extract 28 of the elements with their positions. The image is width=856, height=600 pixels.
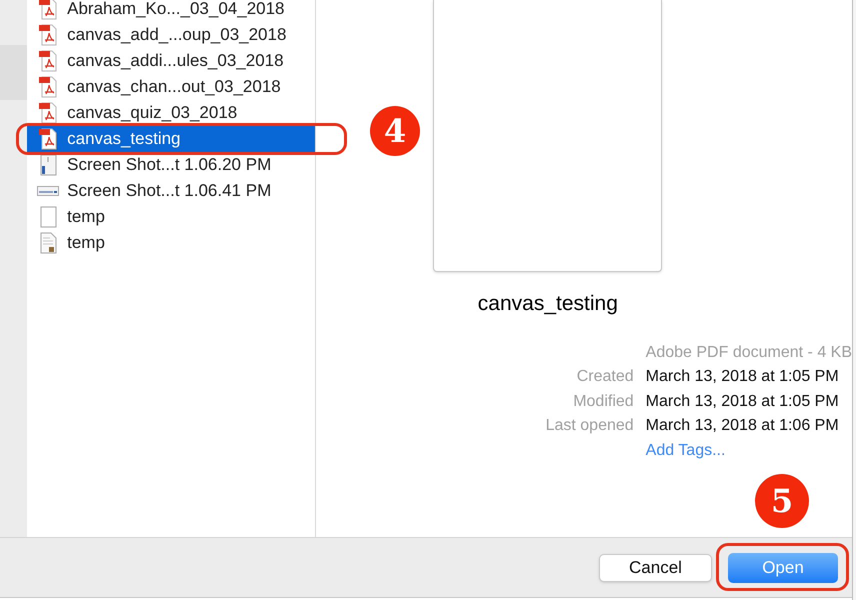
- file-row[interactable]: canvas_addi...ules_03_2018: [27, 48, 315, 74]
- file-type: Adobe PDF document - 4 KB: [646, 342, 852, 362]
- file-row[interactable]: temp: [27, 230, 315, 256]
- pdf-file-icon: [38, 50, 58, 72]
- file-row[interactable]: Abraham_Ko..._03_04_2018: [27, 0, 315, 22]
- detail-value: March 13, 2018 at 1:05 PM: [646, 367, 840, 387]
- cancel-button[interactable]: Cancel: [599, 554, 712, 582]
- blank-file-icon: [38, 206, 58, 228]
- screenshot-file-icon: [38, 154, 58, 176]
- file-row[interactable]: canvas_quiz_03_2018: [27, 100, 315, 126]
- file-row[interactable]: temp: [27, 204, 315, 230]
- screenshot-file-icon: [37, 186, 60, 196]
- text-file-icon: [38, 232, 58, 254]
- file-row[interactable]: Screen Shot...t 1.06.20 PM: [27, 152, 315, 178]
- pdf-file-icon: [38, 128, 58, 150]
- file-row[interactable]: Screen Shot...t 1.06.41 PM: [27, 178, 315, 204]
- detail-label: Last opened: [544, 416, 634, 436]
- detail-value: March 13, 2018 at 1:06 PM: [646, 416, 840, 436]
- file-row[interactable]: canvas_testing: [27, 126, 315, 152]
- detail-label: Created: [576, 367, 634, 387]
- pdf-file-icon: [38, 76, 58, 98]
- detail-label: Modified: [572, 392, 634, 412]
- pdf-file-icon: [38, 24, 58, 46]
- detail-value: March 13, 2018 at 1:05 PM: [646, 392, 840, 412]
- pdf-file-icon: [38, 102, 58, 124]
- file-row[interactable]: canvas_add_...oup_03_2018: [27, 22, 315, 48]
- preview-title: canvas_testing: [478, 291, 618, 317]
- file-row[interactable]: canvas_chan...out_03_2018: [27, 74, 315, 100]
